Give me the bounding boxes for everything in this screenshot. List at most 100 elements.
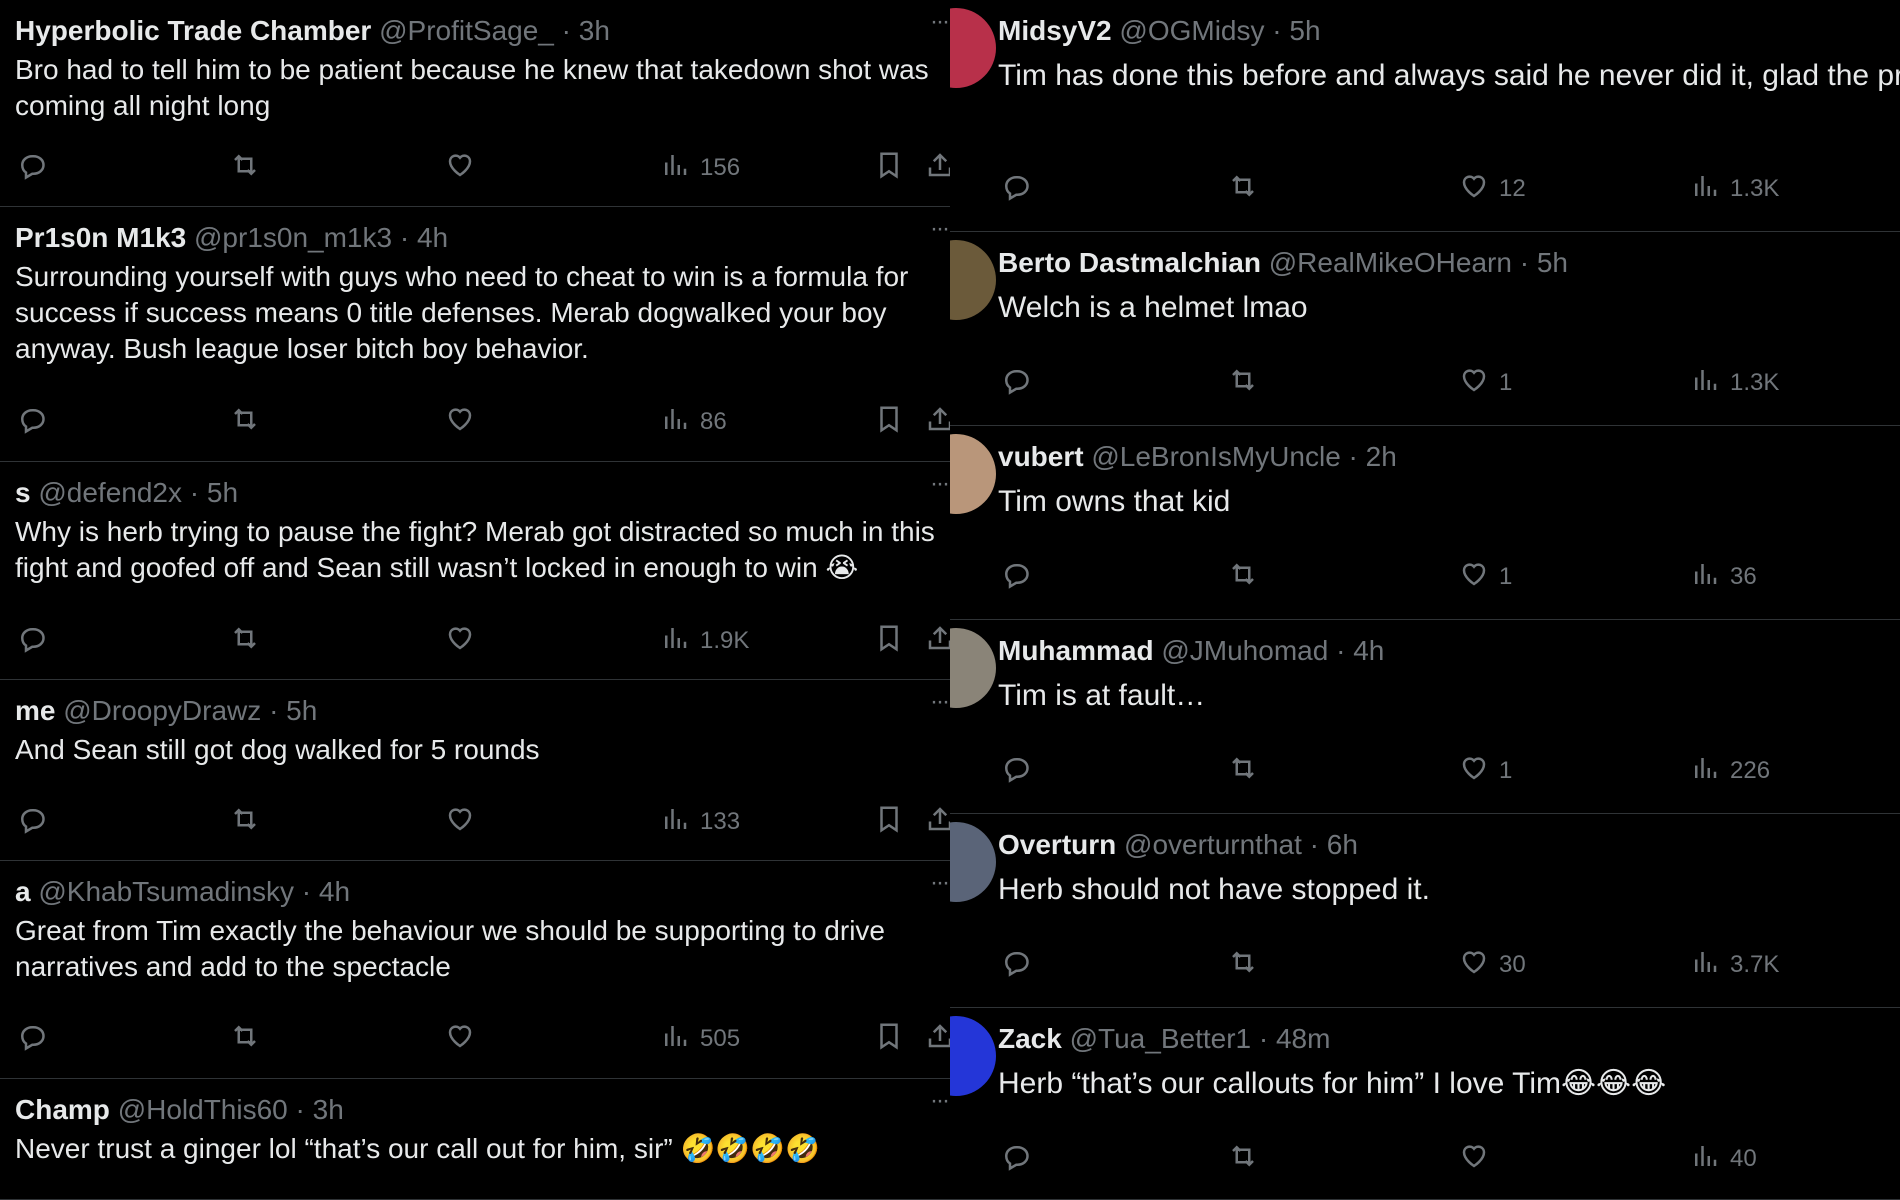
avatar[interactable] [950,240,996,320]
user-handle[interactable]: @LeBronIsMyUncle [1091,441,1340,472]
like-button[interactable] [445,802,475,842]
user-handle[interactable]: @Tua_Better1 [1070,1023,1251,1054]
more-options-icon[interactable]: ··· [930,470,950,498]
display-name[interactable]: Berto Dastmalchian [998,247,1261,278]
like-button[interactable]: 1 [1459,557,1512,597]
timestamp[interactable]: 6h [1327,829,1358,860]
views-button[interactable]: 226 [1690,751,1770,791]
display-name[interactable]: MidsyV2 [998,15,1112,46]
bookmark-button[interactable] [874,402,904,442]
user-handle[interactable]: @RealMikeOHearn [1269,247,1512,278]
retweet-button[interactable] [230,1019,260,1059]
like-button[interactable]: 1 [1459,363,1512,403]
avatar[interactable] [950,822,996,902]
views-button[interactable]: 1.3K [1690,169,1779,209]
share-button[interactable] [925,148,950,188]
reply-button[interactable] [1000,945,1030,985]
display-name[interactable]: Overturn [998,829,1116,860]
more-options-icon[interactable]: ··· [930,1087,950,1115]
views-button[interactable]: 1.9K [660,621,749,661]
bookmark-button[interactable] [874,148,904,188]
timestamp[interactable]: 48m [1276,1023,1330,1054]
display-name[interactable]: Hyperbolic Trade Chamber [15,15,371,46]
display-name[interactable]: s [15,477,31,508]
share-button[interactable] [925,402,950,442]
user-handle[interactable]: @defend2x [38,477,182,508]
views-button[interactable]: 1.3K [1690,363,1779,403]
reply-button[interactable] [16,1019,46,1059]
user-handle[interactable]: @pr1s0n_m1k3 [194,222,392,253]
retweet-button[interactable] [1228,363,1258,403]
user-handle[interactable]: @OGMidsy [1119,15,1264,46]
avatar[interactable] [950,1016,996,1096]
retweet-button[interactable] [1228,945,1258,985]
reply-button[interactable] [16,402,46,442]
views-button[interactable]: 3.7K [1690,945,1779,985]
user-handle[interactable]: @DroopyDrawz [63,695,261,726]
avatar[interactable] [950,434,996,514]
like-button[interactable]: 1 [1459,751,1512,791]
timestamp[interactable]: 3h [313,1094,344,1125]
display-name[interactable]: Zack [998,1023,1062,1054]
timestamp[interactable]: 2h [1366,441,1397,472]
retweet-button[interactable] [1228,751,1258,791]
share-button[interactable] [925,621,950,661]
reply-button[interactable] [1000,363,1030,403]
reply-button[interactable] [1000,751,1030,791]
more-options-icon[interactable]: ··· [930,688,950,716]
timestamp[interactable]: 5h [207,477,238,508]
reply-button[interactable] [16,148,46,188]
timestamp[interactable]: 5h [286,695,317,726]
timestamp[interactable]: 5h [1537,247,1568,278]
like-button[interactable]: 12 [1459,169,1526,209]
share-button[interactable] [925,1019,950,1059]
user-handle[interactable]: @KhabTsumadinsky [38,876,294,907]
more-options-icon[interactable]: ··· [930,869,950,897]
bookmark-button[interactable] [874,1019,904,1059]
timestamp[interactable]: 4h [319,876,350,907]
more-options-icon[interactable]: ··· [930,215,950,243]
retweet-button[interactable] [1228,169,1258,209]
avatar[interactable] [950,8,996,88]
like-button[interactable] [445,148,475,188]
like-button[interactable] [445,1019,475,1059]
reply-button[interactable] [1000,1139,1030,1179]
retweet-button[interactable] [1228,557,1258,597]
user-handle[interactable]: @overturnthat [1124,829,1302,860]
user-handle[interactable]: @ProfitSage_ [379,15,554,46]
timestamp[interactable]: 4h [417,222,448,253]
timestamp[interactable]: 3h [579,15,610,46]
views-button[interactable]: 40 [1690,1139,1757,1179]
display-name[interactable]: Muhammad [998,635,1154,666]
views-button[interactable]: 505 [660,1019,740,1059]
like-button[interactable] [445,402,475,442]
display-name[interactable]: a [15,876,31,907]
views-button[interactable]: 86 [660,402,727,442]
retweet-button[interactable] [1228,1139,1258,1179]
user-handle[interactable]: @HoldThis60 [118,1094,288,1125]
like-button[interactable] [1459,1139,1489,1179]
bookmark-button[interactable] [874,802,904,842]
timestamp[interactable]: 4h [1353,635,1384,666]
retweet-button[interactable] [230,402,260,442]
retweet-button[interactable] [230,802,260,842]
display-name[interactable]: Pr1s0n M1k3 [15,222,186,253]
avatar[interactable] [950,628,996,708]
user-handle[interactable]: @JMuhomad [1161,635,1328,666]
like-button[interactable] [445,621,475,661]
bookmark-button[interactable] [874,621,904,661]
views-button[interactable]: 36 [1690,557,1757,597]
reply-button[interactable] [16,621,46,661]
retweet-button[interactable] [230,148,260,188]
retweet-button[interactable] [230,621,260,661]
more-options-icon[interactable]: ··· [930,8,950,36]
reply-button[interactable] [1000,169,1030,209]
display-name[interactable]: Champ [15,1094,110,1125]
timestamp[interactable]: 5h [1289,15,1320,46]
like-button[interactable]: 30 [1459,945,1526,985]
display-name[interactable]: me [15,695,55,726]
views-button[interactable]: 156 [660,148,740,188]
reply-button[interactable] [1000,557,1030,597]
views-button[interactable]: 133 [660,802,740,842]
reply-button[interactable] [16,802,46,842]
